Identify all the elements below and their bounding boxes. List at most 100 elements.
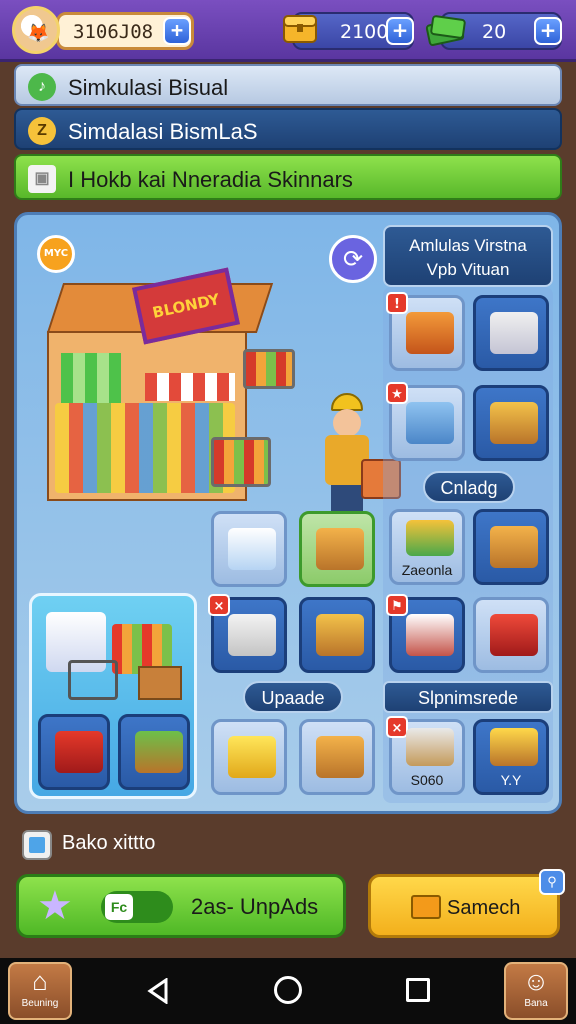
refresh-button[interactable]: ⟳ <box>329 235 377 283</box>
home-circle-icon[interactable] <box>274 976 302 1004</box>
item-tile-produce-crate[interactable] <box>118 714 190 790</box>
star-icon: ★ <box>37 884 73 928</box>
item-tile-gift-box[interactable] <box>299 597 375 673</box>
gem-value: 20 <box>482 21 507 43</box>
milk-carton-icon <box>228 528 276 570</box>
new-badge-icon: × <box>208 594 230 616</box>
cheese-icon <box>228 736 276 778</box>
toggle-knob: Fc <box>105 894 133 920</box>
item-tile-tool[interactable]: Y.Y <box>473 719 549 795</box>
bana-label: Bana <box>524 998 548 1009</box>
box-pedestal-icon <box>316 528 364 570</box>
info-card: Amlulas Virstna Vpb Vituan <box>383 225 553 287</box>
player-avatar[interactable]: 🦊 <box>12 6 60 54</box>
item-tile-cheese[interactable] <box>211 719 287 795</box>
featured-store-tile[interactable] <box>29 593 197 799</box>
green-awning <box>61 353 121 403</box>
character-icon: ☺ <box>522 966 550 996</box>
shopping-cart-icon <box>211 437 271 487</box>
food-tray-icon <box>228 614 276 656</box>
z-coin-icon: Z <box>28 117 56 145</box>
info-card-line-1: Amlulas Virstna <box>409 236 527 255</box>
back-checkbox[interactable] <box>22 830 52 860</box>
banner-label: I Hokb kai Nneradia Skinnars <box>68 167 353 192</box>
veggie-box-icon <box>490 526 538 568</box>
myc-coin-badge[interactable]: MYC <box>37 235 75 273</box>
item-tile-red-machine[interactable] <box>473 597 549 673</box>
label-cnladg: Cnladg <box>423 471 515 503</box>
bana-button[interactable]: ☺ Bana <box>504 962 568 1020</box>
bread-crate-icon <box>490 402 538 444</box>
featured-store-icon <box>42 604 182 704</box>
new-badge-icon: ! <box>386 292 408 314</box>
add-gold-button[interactable]: + <box>386 17 414 45</box>
tool-icon <box>490 728 538 766</box>
tile-label: Zaeonla <box>401 562 453 578</box>
arcade-machine-icon <box>406 520 454 556</box>
search-label: Samech <box>447 897 521 919</box>
unpads-button[interactable]: ★ Fc 2as- UnpAds <box>16 874 346 938</box>
back-checkbox-row[interactable]: Bako xittto <box>22 828 222 862</box>
unpads-label: 2as- UnpAds <box>191 894 319 919</box>
back-triangle-icon[interactable] <box>146 978 170 1004</box>
banner-label: Simdalasi BismLaS <box>68 119 258 144</box>
red-awning <box>145 373 235 401</box>
freezer-icon <box>406 402 454 444</box>
produce-crate-icon <box>135 731 183 773</box>
price-label: S060 <box>410 772 444 788</box>
ads-toggle[interactable]: Fc <box>101 891 173 923</box>
coin-value: 3106J08 <box>73 21 154 43</box>
search-corner-icon[interactable]: ⚲ <box>539 869 565 895</box>
fruit-cart-icon <box>406 312 454 354</box>
box-icon: ▣ <box>28 165 56 193</box>
flag-badge-icon: ⚑ <box>386 594 408 616</box>
banner-simulasi-bisual[interactable]: ♪ Simkulasi Bisual <box>14 64 562 106</box>
recents-square-icon[interactable] <box>406 978 430 1002</box>
item-tile-red-bag[interactable] <box>38 714 110 790</box>
item-tile-crate[interactable] <box>299 719 375 795</box>
new-badge-icon: × <box>386 716 408 738</box>
item-tile-fruit-cart[interactable]: ! <box>386 292 465 371</box>
label-slpnimsrede: Slpnimsrede <box>383 681 553 713</box>
cash-stack-icon <box>425 15 466 46</box>
shelf-goods <box>55 403 235 493</box>
item-tile-tray[interactable]: × <box>208 594 287 673</box>
top-bar: 3106J08 + 🦊 2100 + 20 + <box>0 0 576 62</box>
gift-box-icon <box>316 614 364 656</box>
red-machine-icon <box>490 614 538 656</box>
item-tile-zaeonla[interactable]: Zaeonla <box>389 509 465 585</box>
home-label: Beuning <box>21 998 59 1009</box>
item-tile-milk-carton[interactable] <box>211 511 287 587</box>
banner-label: Simkulasi Bisual <box>68 75 229 100</box>
tile-hint: Y.Y <box>500 772 522 788</box>
house-icon: ⌂ <box>32 966 48 996</box>
item-tile-poster[interactable]: ⚑ <box>386 594 465 673</box>
item-tile-bread-crate[interactable] <box>473 385 549 461</box>
gold-chest-icon <box>283 15 317 43</box>
item-tile-freezer[interactable]: ★ <box>386 382 465 461</box>
poster-stand-icon <box>406 614 454 656</box>
item-tile-cash-register[interactable] <box>473 295 549 371</box>
cash-register-icon <box>490 312 538 354</box>
system-nav-bar: ⌂ Beuning ☺ Bana <box>0 958 576 1024</box>
bat-icon <box>406 728 454 766</box>
star-badge-icon: ★ <box>386 382 408 404</box>
info-card-line-2: Vpb Vituan <box>426 260 510 279</box>
coin-counter: 3106J08 + <box>56 12 194 50</box>
mode-banners: ♪ Simkulasi Bisual Z Simdalasi BismLaS ▣… <box>14 64 562 204</box>
search-button[interactable]: Samech ⚲ <box>368 869 565 938</box>
banner-skinnars[interactable]: ▣ I Hokb kai Nneradia Skinnars <box>14 154 562 200</box>
red-bag-icon <box>55 731 103 773</box>
label-upaade: Upaade <box>243 681 343 713</box>
add-coins-button[interactable]: + <box>163 17 191 45</box>
item-tile-bat[interactable]: × S060 <box>386 716 465 795</box>
item-tile-box-pedestal[interactable] <box>299 511 375 587</box>
home-button[interactable]: ⌂ Beuning <box>8 962 72 1020</box>
avatar-face-icon: 🦊 <box>27 23 50 44</box>
item-tile-veggie-box[interactable] <box>473 509 549 585</box>
banner-simdalasi[interactable]: Z Simdalasi BismLaS <box>14 108 562 150</box>
gold-value: 2100 <box>340 21 389 43</box>
folder-icon <box>411 895 441 919</box>
music-note-icon: ♪ <box>28 73 56 101</box>
add-gems-button[interactable]: + <box>534 17 562 45</box>
